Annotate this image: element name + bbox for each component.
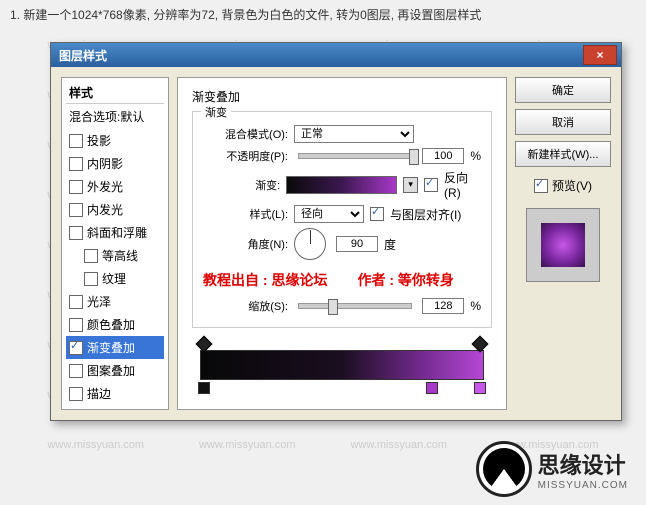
style-checkbox[interactable] — [84, 272, 98, 286]
style-item-0[interactable]: 投影 — [66, 129, 164, 152]
styles-header[interactable]: 样式 — [66, 82, 164, 104]
percent-label: % — [470, 149, 481, 163]
style-label: 样式(L): — [203, 206, 288, 222]
style-checkbox[interactable] — [69, 364, 83, 378]
gradient-editor[interactable] — [192, 338, 492, 398]
style-item-label: 外发光 — [87, 178, 123, 195]
cancel-button[interactable]: 取消 — [515, 109, 611, 135]
style-checkbox[interactable] — [69, 180, 83, 194]
close-button[interactable]: × — [583, 45, 617, 65]
opacity-stop-right[interactable] — [474, 338, 486, 350]
styles-list-panel: 样式 混合选项:默认 投影内阴影外发光内发光斜面和浮雕等高线纹理光泽颜色叠加渐变… — [61, 77, 169, 410]
color-stop-mid[interactable] — [426, 382, 438, 394]
blend-defaults[interactable]: 混合选项:默认 — [66, 106, 164, 127]
style-item-label: 颜色叠加 — [87, 316, 135, 333]
style-item-label: 渐变叠加 — [87, 339, 135, 356]
opacity-slider[interactable] — [298, 153, 412, 159]
opacity-slider-thumb[interactable] — [409, 149, 419, 165]
percent-label-2: % — [470, 299, 481, 313]
style-item-6[interactable]: 纹理 — [66, 267, 164, 290]
color-stop-right[interactable] — [474, 382, 486, 394]
angle-dial[interactable] — [294, 228, 326, 260]
opacity-label: 不透明度(P): — [203, 148, 288, 164]
opacity-input[interactable] — [422, 148, 464, 164]
style-item-label: 投影 — [87, 132, 111, 149]
style-checkbox[interactable] — [69, 157, 83, 171]
style-checkbox[interactable] — [84, 249, 98, 263]
preview-box — [526, 208, 600, 282]
layer-style-dialog: 图层样式 × 样式 混合选项:默认 投影内阴影外发光内发光斜面和浮雕等高线纹理光… — [50, 42, 622, 421]
scale-slider[interactable] — [298, 303, 412, 309]
style-item-1[interactable]: 内阴影 — [66, 152, 164, 175]
style-item-11[interactable]: 描边 — [66, 382, 164, 405]
scale-label: 缩放(S): — [203, 298, 288, 314]
style-item-label: 斜面和浮雕 — [87, 224, 147, 241]
reverse-checkbox[interactable] — [424, 178, 438, 192]
dialog-buttons-panel: 确定 取消 新建样式(W)... 预览(V) — [515, 77, 611, 410]
style-item-10[interactable]: 图案叠加 — [66, 359, 164, 382]
style-item-9[interactable]: 渐变叠加 — [66, 336, 164, 359]
ok-button[interactable]: 确定 — [515, 77, 611, 103]
align-checkbox[interactable] — [370, 207, 384, 221]
style-item-label: 等高线 — [102, 247, 138, 264]
gradient-overlay-panel: 渐变叠加 渐变 混合模式(O): 正常 不透明度(P): % 渐变: ▾ — [177, 77, 507, 410]
style-item-label: 光泽 — [87, 293, 111, 310]
scale-slider-thumb[interactable] — [328, 299, 338, 315]
section-title: 渐变叠加 — [192, 88, 492, 105]
style-item-7[interactable]: 光泽 — [66, 290, 164, 313]
fieldset-label: 渐变 — [201, 104, 231, 120]
instruction-text: 1. 新建一个1024*768像素, 分辨率为72, 背景色为白色的文件, 转为… — [0, 0, 646, 29]
style-checkbox[interactable] — [69, 318, 83, 332]
gradient-dropdown-icon[interactable]: ▾ — [403, 177, 418, 193]
gradient-fieldset: 渐变 混合模式(O): 正常 不透明度(P): % 渐变: ▾ 反向(R) — [192, 111, 492, 328]
color-stop-left[interactable] — [198, 382, 210, 394]
gradient-swatch[interactable] — [286, 176, 397, 194]
reverse-label: 反向(R) — [444, 169, 481, 200]
titlebar[interactable]: 图层样式 × — [51, 43, 621, 67]
tutorial-credit: 教程出自 : 思缘论坛 作者 : 等你转身 — [203, 270, 481, 290]
blend-mode-select[interactable]: 正常 — [294, 125, 414, 143]
align-label: 与图层对齐(I) — [390, 206, 461, 223]
new-style-button[interactable]: 新建样式(W)... — [515, 141, 611, 167]
style-checkbox[interactable] — [69, 387, 83, 401]
style-item-8[interactable]: 颜色叠加 — [66, 313, 164, 336]
gradient-bar[interactable] — [200, 350, 484, 380]
style-checkbox[interactable] — [69, 341, 83, 355]
dialog-title: 图层样式 — [59, 47, 107, 64]
opacity-stop-left[interactable] — [198, 338, 210, 350]
style-checkbox[interactable] — [69, 203, 83, 217]
logo-subtitle: MISSYUAN.COM — [538, 480, 628, 491]
style-item-label: 纹理 — [102, 270, 126, 287]
preview-checkbox[interactable] — [534, 179, 548, 193]
site-logo: 思缘设计 MISSYUAN.COM — [476, 441, 628, 497]
style-item-label: 图案叠加 — [87, 362, 135, 379]
angle-input[interactable] — [336, 236, 378, 252]
blend-mode-label: 混合模式(O): — [203, 126, 288, 142]
logo-text: 思缘设计 — [538, 448, 628, 480]
gradient-label: 渐变: — [203, 177, 280, 193]
style-item-2[interactable]: 外发光 — [66, 175, 164, 198]
angle-label: 角度(N): — [203, 236, 288, 252]
preview-gradient — [541, 223, 585, 267]
style-checkbox[interactable] — [69, 226, 83, 240]
style-item-label: 内阴影 — [87, 155, 123, 172]
style-select[interactable]: 径向 — [294, 205, 364, 223]
degree-label: 度 — [384, 236, 396, 253]
style-item-5[interactable]: 等高线 — [66, 244, 164, 267]
style-item-4[interactable]: 斜面和浮雕 — [66, 221, 164, 244]
logo-icon — [476, 441, 532, 497]
scale-input[interactable] — [422, 298, 464, 314]
style-checkbox[interactable] — [69, 134, 83, 148]
style-checkbox[interactable] — [69, 295, 83, 309]
style-item-3[interactable]: 内发光 — [66, 198, 164, 221]
style-item-label: 描边 — [87, 385, 111, 402]
preview-label: 预览(V) — [552, 177, 592, 194]
style-item-label: 内发光 — [87, 201, 123, 218]
